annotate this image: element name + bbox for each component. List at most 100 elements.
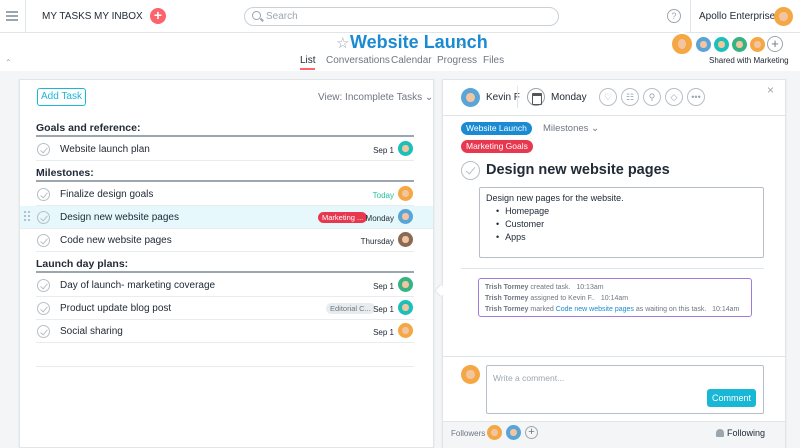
member-avatar[interactable]: [714, 37, 729, 52]
close-icon[interactable]: ×: [767, 83, 774, 97]
help-icon[interactable]: ?: [667, 9, 681, 23]
add-follower-button[interactable]: +: [525, 426, 538, 439]
add-task-button[interactable]: Add Task: [37, 88, 86, 106]
my-inbox-link[interactable]: MY INBOX: [94, 11, 143, 22]
task-checkbox[interactable]: [37, 234, 50, 247]
activity-item: Trish Tormey created task. 10:13am: [485, 284, 604, 291]
activity-feed: Trish Tormey created task. 10:13am Trish…: [478, 278, 752, 317]
tab-conversations[interactable]: Conversations: [326, 55, 390, 66]
task-checkbox[interactable]: [37, 211, 50, 224]
project-pill[interactable]: Website Launch: [461, 122, 532, 135]
activity-task-link[interactable]: Code new website pages: [556, 306, 634, 313]
followers-label: Followers: [451, 429, 486, 438]
task-assignee-avatar[interactable]: [398, 323, 413, 338]
my-tasks-link[interactable]: MY TASKS: [42, 11, 91, 22]
section-header[interactable]: Goals and reference:: [36, 122, 140, 134]
tab-calendar[interactable]: Calendar: [391, 55, 432, 66]
list-end-divider: [36, 366, 414, 367]
description-bullet: Customer: [496, 218, 757, 231]
chevron-down-icon: ⌄: [591, 123, 600, 134]
attachment-icon[interactable]: ⚲: [643, 88, 661, 106]
project-title[interactable]: Website Launch: [350, 32, 488, 53]
milestones-label: Milestones: [543, 123, 589, 134]
menu-icon[interactable]: [6, 11, 18, 21]
task-checkbox[interactable]: [37, 188, 50, 201]
following-toggle[interactable]: Following: [727, 428, 765, 438]
divider: [443, 115, 785, 116]
shared-with-label: Shared with Marketing: [709, 56, 789, 65]
task-name[interactable]: Product update blog post: [60, 303, 171, 314]
divider: [461, 268, 764, 269]
task-due-date: Sep 1: [373, 305, 394, 314]
task-assignee-avatar[interactable]: [398, 277, 413, 292]
task-assignee-avatar[interactable]: [398, 300, 413, 315]
task-assignee-avatar[interactable]: [398, 209, 413, 224]
task-due-date: Today: [372, 191, 394, 200]
member-avatar[interactable]: [750, 37, 765, 52]
search-placeholder: Search: [266, 11, 298, 22]
follower-avatar[interactable]: [487, 425, 502, 440]
chevron-down-icon[interactable]: ⌄: [458, 38, 466, 49]
member-avatar[interactable]: [696, 37, 711, 52]
assignee-name[interactable]: Kevin F: [486, 92, 520, 103]
comment-placeholder: Write a comment...: [493, 373, 565, 383]
task-due-date: Sep 1: [373, 282, 394, 291]
heart-icon[interactable]: ♡: [599, 88, 617, 106]
member-avatar[interactable]: [732, 37, 747, 52]
activity-item: Trish Tormey marked Code new website pag…: [485, 306, 740, 313]
tag-pill[interactable]: Marketing Goals: [461, 140, 533, 153]
task-due-date: Thursday: [360, 237, 394, 246]
task-checkbox[interactable]: [37, 325, 50, 338]
divider: [517, 86, 518, 108]
task-name[interactable]: Code new website pages: [60, 235, 172, 246]
task-due-date: Sep 1: [373, 146, 394, 155]
section-divider: [36, 135, 414, 137]
divider: [690, 0, 691, 33]
section-divider: [36, 180, 414, 182]
task-name[interactable]: Website launch plan: [60, 144, 150, 155]
description-bullet: Homepage: [496, 205, 757, 218]
complete-task-checkbox[interactable]: [461, 161, 480, 180]
view-filter-dropdown[interactable]: View: Incomplete Tasks ⌄: [318, 92, 433, 103]
task-due-date: Monday: [365, 214, 394, 223]
activity-item: Trish Tormey assigned to Kevin F.. 10:14…: [485, 295, 629, 302]
task-assignee-avatar[interactable]: [398, 186, 413, 201]
comment-button[interactable]: Comment: [707, 389, 756, 407]
section-divider: [36, 271, 414, 273]
calendar-icon[interactable]: [527, 88, 545, 106]
task-name[interactable]: Design new website pages: [60, 212, 179, 223]
tab-progress[interactable]: Progress: [437, 55, 477, 66]
task-name[interactable]: Social sharing: [60, 326, 123, 337]
user-avatar[interactable]: [774, 7, 793, 26]
due-date[interactable]: Monday: [551, 92, 587, 103]
task-checkbox[interactable]: [37, 279, 50, 292]
task-checkbox[interactable]: [37, 302, 50, 315]
follower-avatar[interactable]: [506, 425, 521, 440]
active-tab-indicator: [300, 68, 315, 70]
section-header[interactable]: Milestones:: [36, 167, 94, 179]
more-icon[interactable]: •••: [687, 88, 705, 106]
search-icon: [252, 11, 261, 20]
org-switcher[interactable]: Apollo Enterprise...: [699, 11, 784, 22]
collapse-icon[interactable]: ⌃: [5, 58, 12, 67]
assignee-avatar[interactable]: [461, 88, 480, 107]
milestones-dropdown[interactable]: Milestones ⌄: [543, 123, 599, 134]
task-title[interactable]: Design new website pages: [486, 162, 670, 178]
tab-list[interactable]: List: [300, 55, 316, 66]
task-name[interactable]: Finalize design goals: [60, 189, 153, 200]
tag-icon[interactable]: ◇: [665, 88, 683, 106]
drag-handle-icon[interactable]: [24, 211, 30, 221]
task-description[interactable]: Design new pages for the website. Homepa…: [479, 187, 764, 258]
task-checkbox[interactable]: [37, 143, 50, 156]
description-bullet: Apps: [496, 231, 757, 244]
tab-files[interactable]: Files: [483, 55, 504, 66]
subtasks-icon[interactable]: ☷: [621, 88, 639, 106]
quick-add-icon[interactable]: +: [150, 8, 166, 24]
task-assignee-avatar[interactable]: [398, 232, 413, 247]
task-assignee-avatar[interactable]: [398, 141, 413, 156]
star-icon[interactable]: ☆: [336, 34, 349, 52]
member-avatar[interactable]: [670, 32, 694, 56]
add-member-button[interactable]: +: [767, 36, 783, 52]
task-name[interactable]: Day of launch- marketing coverage: [60, 280, 215, 291]
section-header[interactable]: Launch day plans:: [36, 258, 128, 270]
